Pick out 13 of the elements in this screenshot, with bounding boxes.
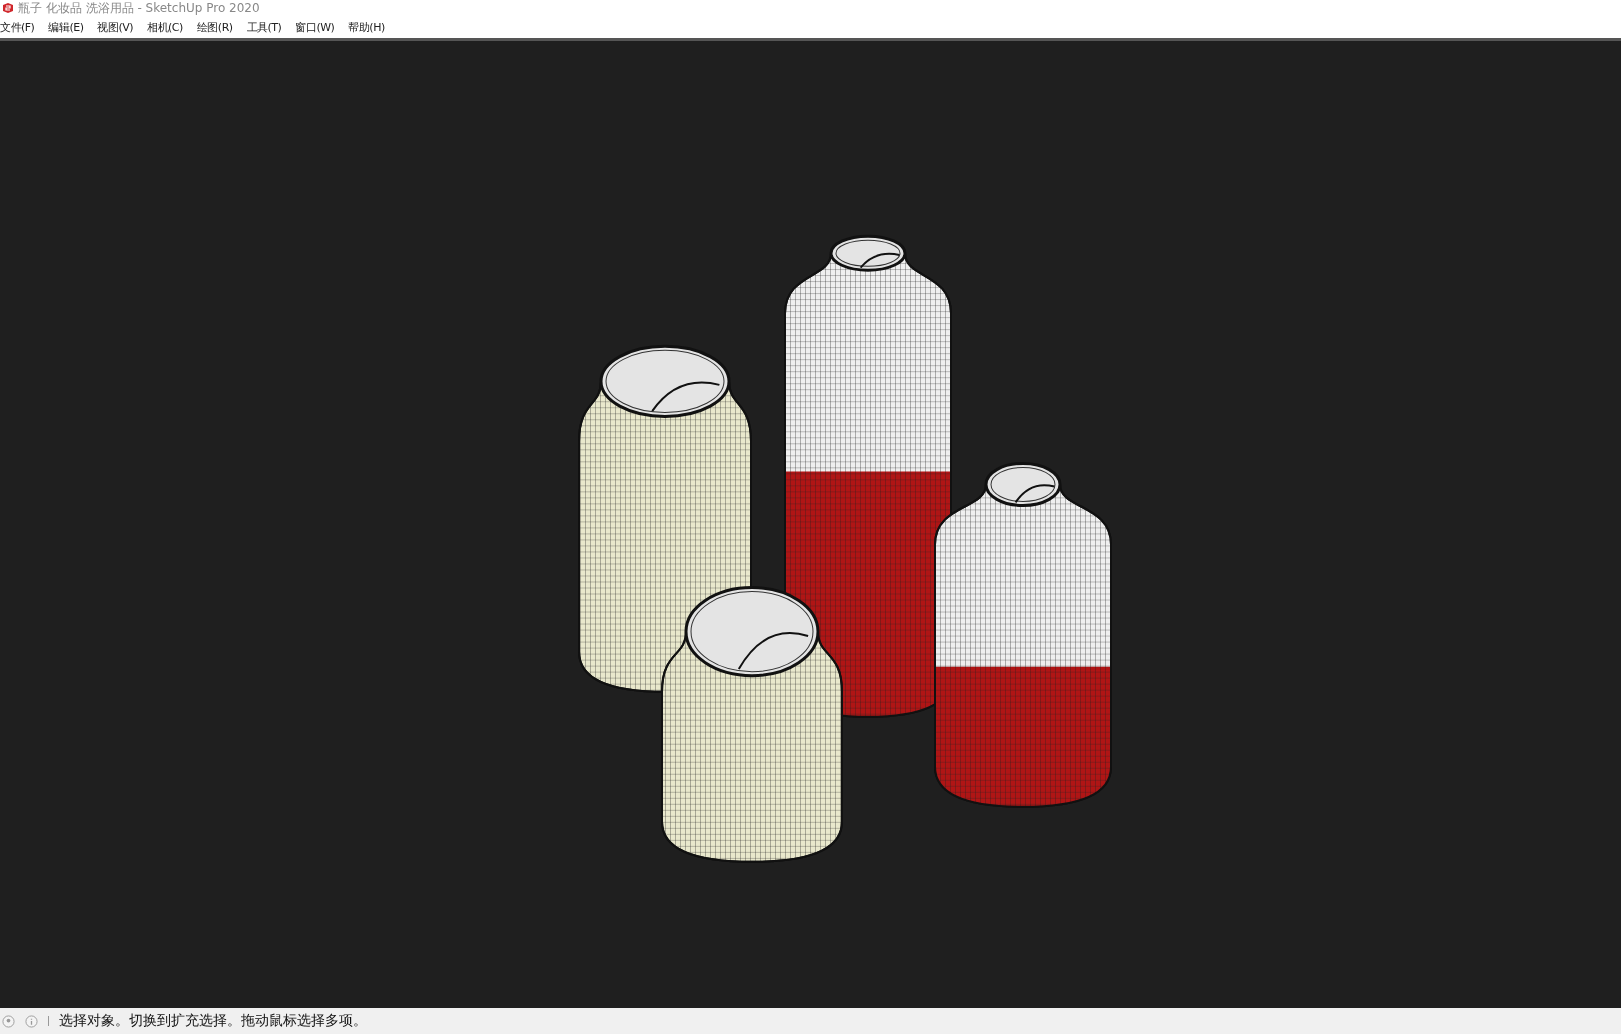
menu-item[interactable]: 编辑(E) (48, 19, 84, 35)
menu-item[interactable]: 工具(T) (246, 19, 282, 35)
menu-item[interactable]: 绘图(R) (196, 19, 233, 35)
menu-item[interactable]: 文件(F) (0, 19, 35, 35)
model-viewport[interactable] (0, 41, 1621, 1008)
menu-item[interactable]: 帮助(H) (348, 19, 385, 35)
window-title: 瓶子 化妆品 洗浴用品 - SketchUp Pro 2020 (18, 0, 260, 17)
menu-item[interactable]: 窗口(W) (295, 19, 335, 35)
menu-item[interactable]: 视图(V) (97, 19, 134, 35)
geo-location-icon[interactable] (2, 1014, 15, 1028)
status-message: 选择对象。切换到扩充选择。拖动鼠标选择多项。 (59, 1012, 367, 1030)
menu-item[interactable]: 相机(C) (147, 19, 183, 35)
info-icon[interactable] (25, 1014, 38, 1028)
